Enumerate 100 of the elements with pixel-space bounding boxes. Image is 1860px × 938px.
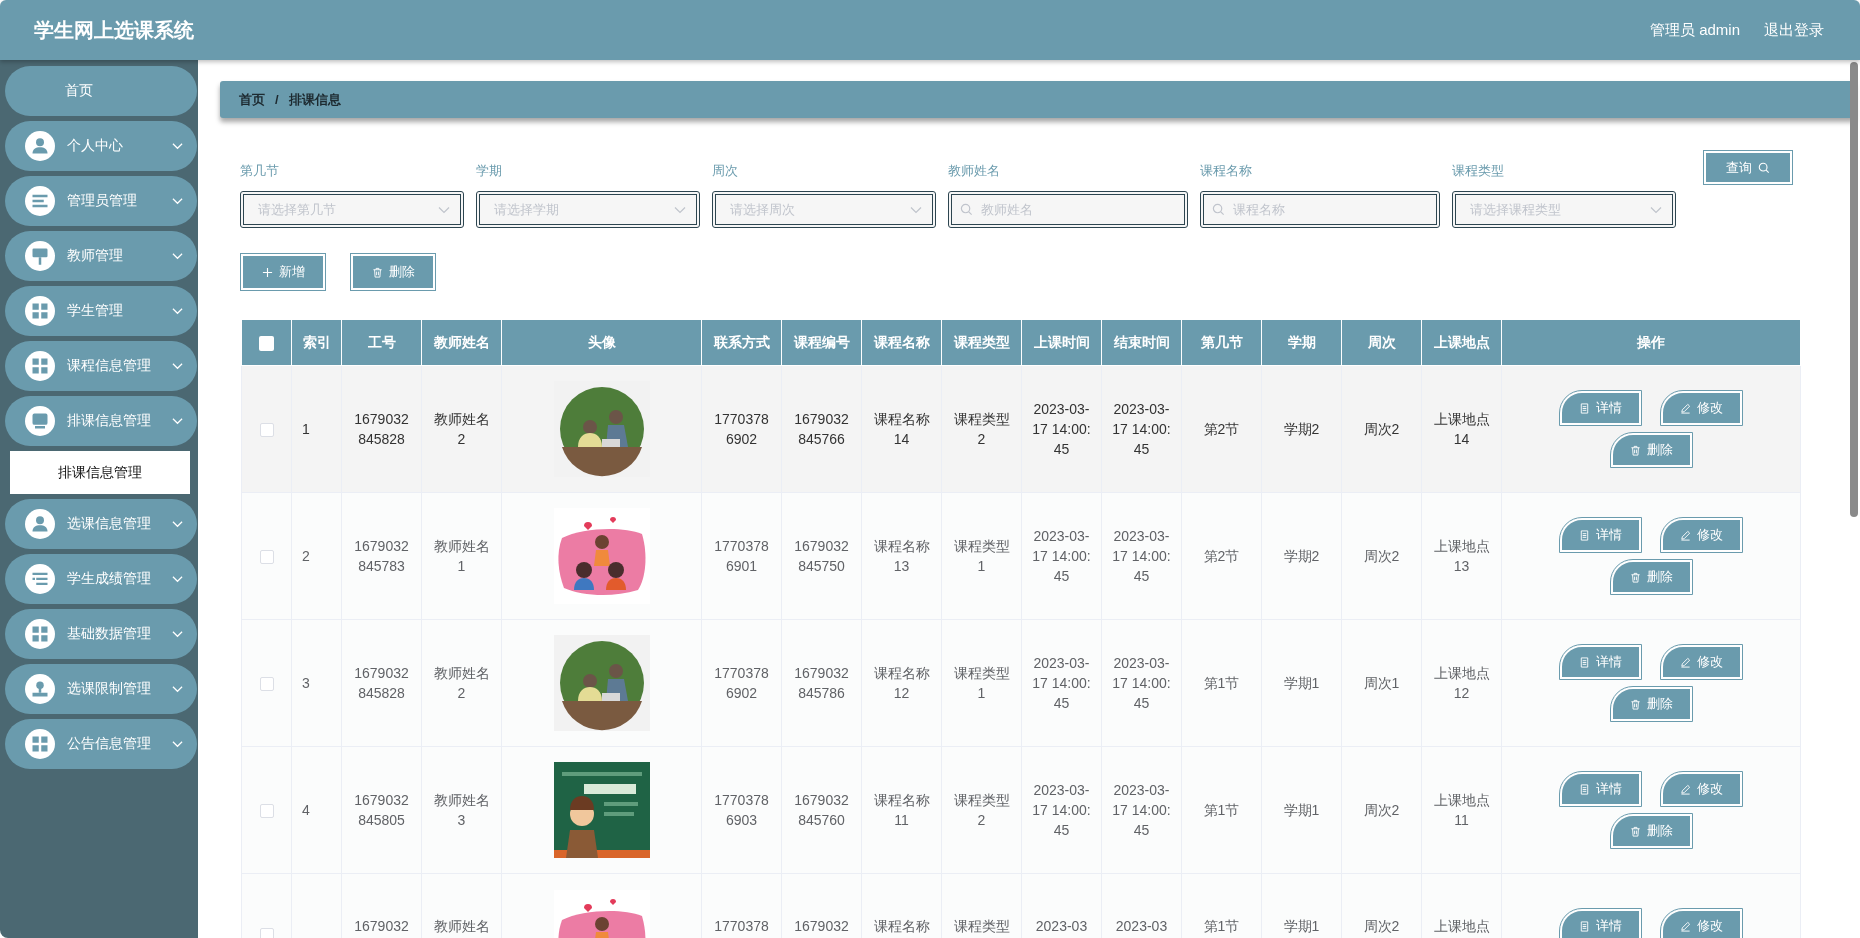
- lines-icon: [25, 186, 55, 216]
- detail-button[interactable]: 详情: [1560, 518, 1641, 552]
- edit-button[interactable]: 修改: [1661, 772, 1742, 806]
- sidebar-item[interactable]: 教师管理: [5, 231, 197, 281]
- table-cell: 1770378: [714, 918, 769, 934]
- table-cell: 2023-03-17 14:00:45: [1112, 528, 1171, 584]
- chevron-down-icon: [910, 205, 922, 214]
- delete-button[interactable]: 删除: [1610, 560, 1692, 594]
- sidebar-item[interactable]: 排课信息管理: [5, 396, 197, 446]
- sidebar-item[interactable]: 基础数据管理: [5, 609, 197, 659]
- sidebar-item[interactable]: 选课信息管理: [5, 499, 197, 549]
- edit-button[interactable]: 修改: [1661, 391, 1742, 425]
- select-all-checkbox[interactable]: [259, 335, 274, 351]
- table-cell: 1679032845786: [794, 665, 849, 701]
- delete-button[interactable]: 删除: [1610, 687, 1692, 721]
- table-cell: 第2节: [1203, 548, 1240, 564]
- column-header: 操作: [1637, 333, 1665, 350]
- column-header: 上课时间: [1033, 333, 1090, 350]
- add-button[interactable]: 新增: [241, 254, 325, 290]
- table-cell: 上课地点12: [1433, 665, 1490, 701]
- edit-button[interactable]: 修改: [1661, 909, 1742, 938]
- document-icon: [1579, 920, 1590, 932]
- table-cell: 1679032845760: [794, 792, 849, 828]
- table-cell: 课程类型1: [953, 538, 1010, 574]
- sidebar-item[interactable]: 管理员管理: [5, 176, 197, 226]
- person-icon: [25, 131, 55, 161]
- row-checkbox[interactable]: [259, 677, 274, 692]
- sidebar-item[interactable]: 学生管理: [5, 286, 197, 336]
- table-cell: 课程类型2: [953, 792, 1010, 828]
- sidebar-subitem[interactable]: 排课信息管理: [10, 451, 190, 494]
- delete-button[interactable]: 删除: [351, 254, 435, 290]
- table-cell: 17703786902: [714, 665, 769, 701]
- filter-label: 学期: [476, 163, 503, 179]
- detail-button[interactable]: 详情: [1560, 645, 1641, 679]
- pencil-icon: [1680, 783, 1691, 795]
- table-cell: 1679032845766: [794, 411, 849, 447]
- column-header: 周次: [1367, 333, 1396, 350]
- table-cell: 上课地点14: [1433, 411, 1490, 447]
- filter-label: 周次: [712, 163, 739, 179]
- sidebar-item[interactable]: 公告信息管理: [5, 719, 197, 769]
- sidebar-item[interactable]: 学生成绩管理: [5, 554, 197, 604]
- table-cell: 学期1: [1283, 675, 1320, 691]
- row-checkbox[interactable]: [259, 550, 274, 565]
- sidebar-item[interactable]: 首页: [5, 66, 197, 116]
- delete-button[interactable]: 删除: [1610, 433, 1692, 467]
- scrollbar-thumb[interactable]: [1850, 62, 1858, 517]
- chevron-down-icon: [1650, 205, 1662, 214]
- logout-link[interactable]: 退出登录: [1764, 20, 1824, 40]
- detail-button[interactable]: 详情: [1560, 772, 1641, 806]
- detail-button[interactable]: 详情: [1560, 391, 1641, 425]
- search-icon: [1212, 203, 1225, 216]
- breadcrumb-item[interactable]: 首页: [239, 90, 265, 109]
- grid-icon: [25, 351, 55, 381]
- delete-button[interactable]: 删除: [1610, 814, 1692, 848]
- table-cell: 1679032: [794, 918, 849, 934]
- edit-button[interactable]: 修改: [1661, 518, 1742, 552]
- chevron-down-icon: [172, 142, 183, 150]
- chevron-down-icon: [172, 630, 183, 638]
- table-cell: 学期1: [1283, 802, 1320, 818]
- sidebar-item[interactable]: 选课限制管理: [5, 664, 197, 714]
- trash-icon: [1629, 444, 1641, 456]
- sidebar-item[interactable]: 个人中心: [5, 121, 197, 171]
- filter-label: 教师姓名: [948, 163, 1001, 179]
- table-cell: 2023-03: [1115, 918, 1168, 934]
- row-checkbox[interactable]: [259, 804, 274, 819]
- pencil-icon: [1680, 656, 1691, 668]
- edit-button[interactable]: 修改: [1661, 645, 1742, 679]
- breadcrumb-item: 排课信息: [288, 90, 341, 109]
- table-cell: 1679032845783: [354, 538, 409, 574]
- table-cell: 课程类型2: [953, 411, 1010, 447]
- sidebar-item[interactable]: 课程信息管理: [5, 341, 197, 391]
- table-cell: 2023-03-17 14:00:45: [1112, 401, 1171, 457]
- row-checkbox[interactable]: [259, 928, 274, 938]
- table-cell: 1679032845805: [354, 792, 409, 828]
- table-cell: 周次2: [1363, 802, 1400, 818]
- chevron-down-icon: [172, 520, 183, 528]
- table-cell: 教师姓名3: [433, 792, 490, 828]
- chevron-down-icon: [172, 417, 183, 425]
- document-icon: [1579, 529, 1590, 541]
- table-cell: 第1节: [1203, 918, 1240, 934]
- table-cell: 第1节: [1203, 802, 1240, 818]
- table-cell: 周次1: [1363, 675, 1400, 691]
- table-cell: 学期2: [1283, 548, 1320, 564]
- table-cell: 2023-03-17 14:00:45: [1112, 655, 1171, 711]
- detail-button[interactable]: 详情: [1560, 909, 1641, 938]
- trash-icon: [1629, 698, 1641, 710]
- table-cell: 1679032845828: [354, 411, 409, 447]
- table-cell: 上课地点13: [1433, 538, 1490, 574]
- chevron-down-icon: [172, 307, 183, 315]
- table-cell: 第2节: [1203, 421, 1240, 437]
- table-cell: 1679032845750: [794, 538, 849, 574]
- list-icon: [25, 564, 55, 594]
- column-header: 索引: [302, 333, 331, 350]
- column-header: 教师姓名: [433, 333, 490, 350]
- table-cell: 课程类型1: [953, 665, 1010, 701]
- table-cell: 周次2: [1363, 918, 1400, 934]
- row-checkbox[interactable]: [259, 423, 274, 438]
- monitor-icon: [25, 406, 55, 436]
- user-label: 管理员 admin: [1649, 20, 1740, 40]
- query-button[interactable]: 查询: [1704, 151, 1792, 184]
